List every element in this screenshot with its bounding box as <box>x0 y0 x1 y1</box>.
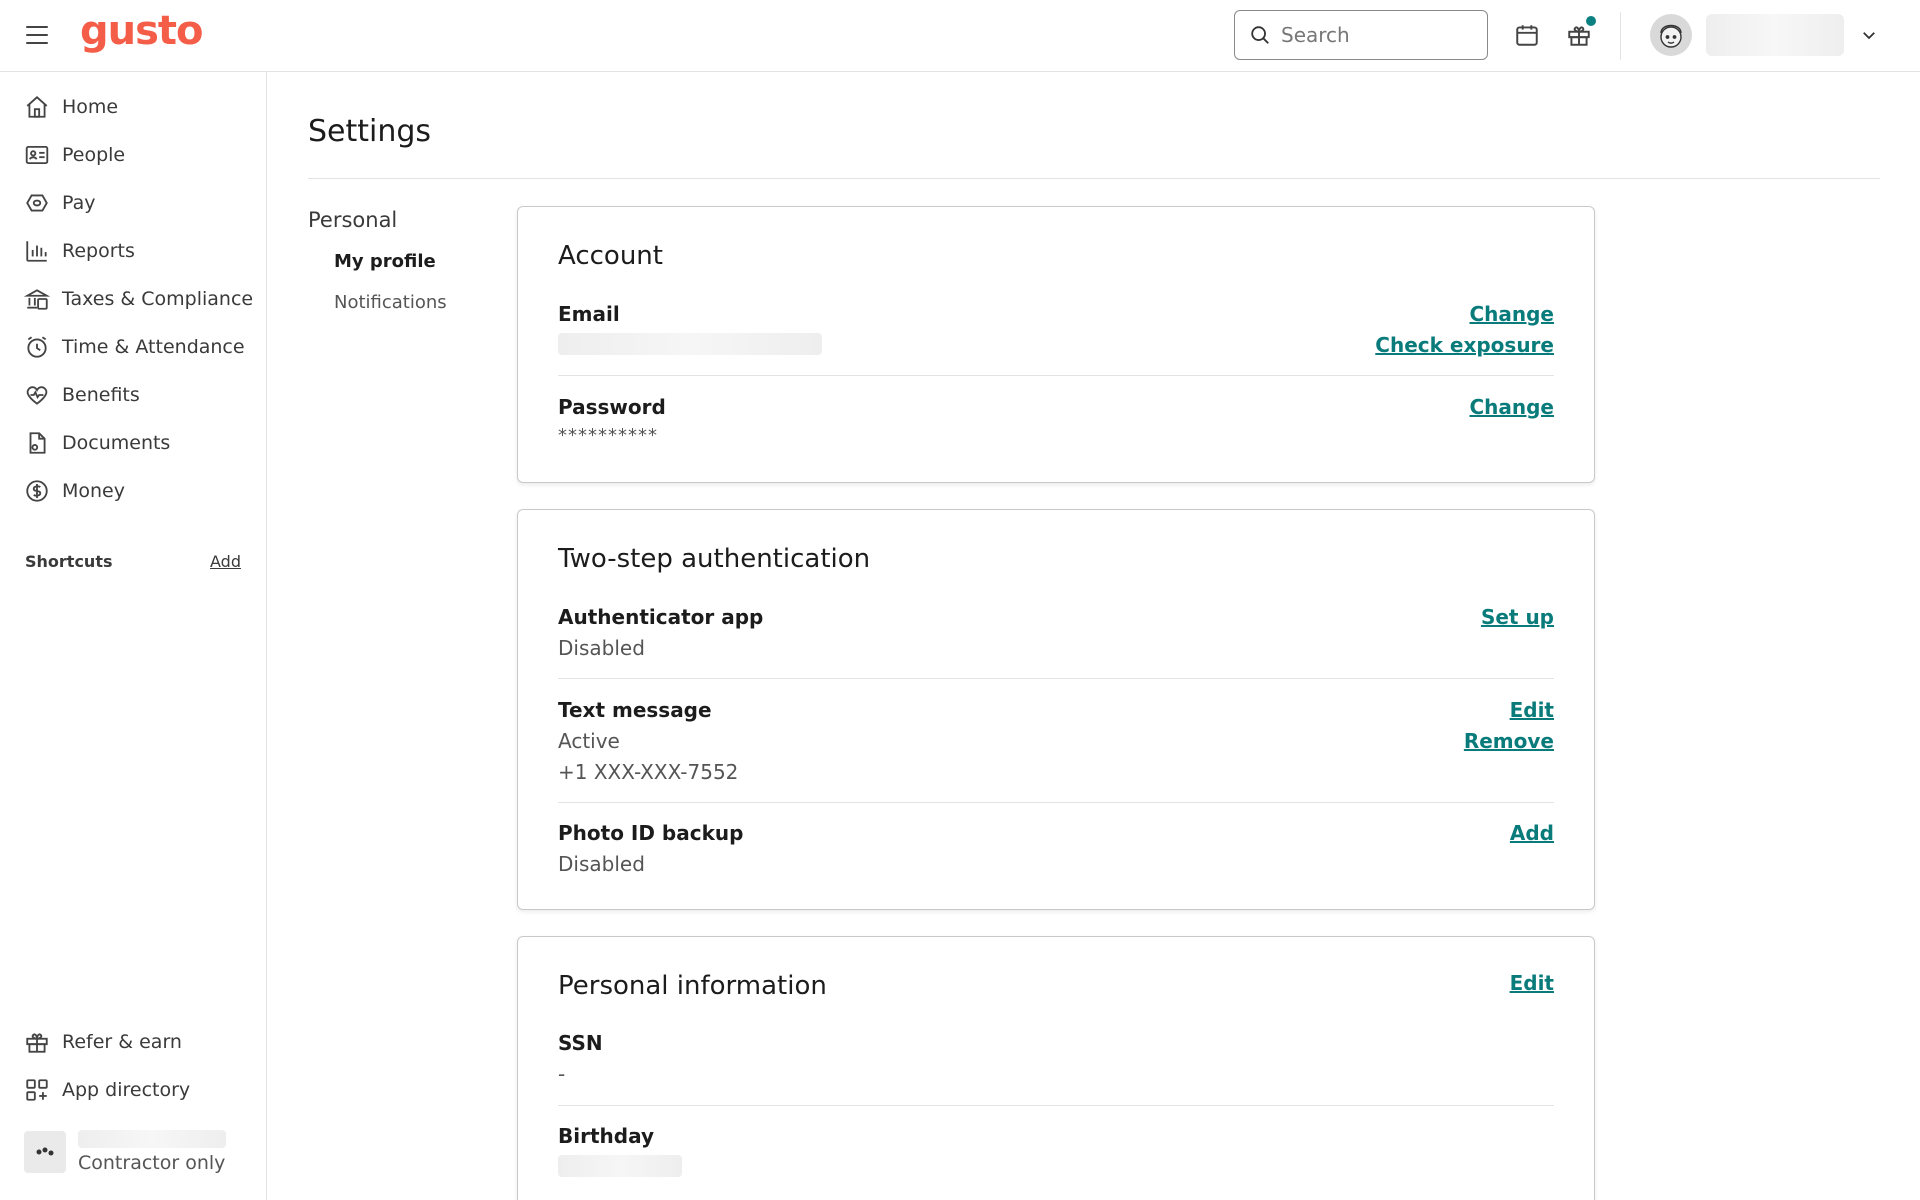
bank-icon <box>24 289 50 310</box>
sidebar-item-time-attendance[interactable]: Time & Attendance <box>24 329 245 365</box>
setup-authenticator-link[interactable]: Set up <box>1481 605 1554 629</box>
sidebar-item-app-directory[interactable]: App directory <box>24 1072 190 1108</box>
email-label: Email <box>558 302 620 326</box>
gusto-logo[interactable]: gusto <box>80 8 204 54</box>
user-name-redacted[interactable] <box>1706 14 1844 56</box>
heart-icon <box>26 386 48 405</box>
sidebar-item-label: Refer & earn <box>62 1031 182 1053</box>
gift-icon <box>1568 26 1590 46</box>
gift-icon <box>26 1033 48 1053</box>
company-role: Contractor only <box>78 1152 226 1174</box>
user-menu-button[interactable] <box>1860 26 1878 48</box>
company-logo <box>24 1131 66 1173</box>
sidebar-item-label: Taxes & Compliance <box>62 288 254 310</box>
sidebar-item-label: Home <box>62 96 119 118</box>
ssn-label: SSN <box>558 1031 603 1055</box>
sidebar-item-label: App directory <box>62 1079 191 1101</box>
user-avatar[interactable] <box>1650 14 1692 56</box>
chevron-down-icon <box>1863 32 1875 40</box>
personal-info-title: Personal information <box>558 971 827 1001</box>
bar-chart-icon <box>26 241 47 262</box>
sidebar-item-reports[interactable]: Reports <box>24 233 135 269</box>
check-exposure-link[interactable]: Check exposure <box>1375 333 1554 357</box>
account-title: Account <box>558 241 663 271</box>
email-value-redacted <box>558 333 822 355</box>
notification-dot <box>1586 16 1596 26</box>
sidebar-item-label: People <box>62 144 126 166</box>
page-title: Settings <box>308 114 432 149</box>
id-card-icon <box>25 145 49 165</box>
text-message-status: Active <box>558 729 620 753</box>
authenticator-app-label: Authenticator app <box>558 605 764 629</box>
password-value: ********** <box>558 425 658 446</box>
photo-id-backup-status: Disabled <box>558 852 645 876</box>
gift-button[interactable] <box>1564 16 1596 50</box>
change-email-link[interactable]: Change <box>1469 302 1554 326</box>
sidebar-item-label: Reports <box>62 240 135 262</box>
row-divider <box>558 375 1554 376</box>
authenticator-app-status: Disabled <box>558 636 645 660</box>
remove-text-message-link[interactable]: Remove <box>1464 729 1554 753</box>
home-icon <box>26 96 48 118</box>
edit-text-message-link[interactable]: Edit <box>1510 698 1554 722</box>
sidebar-item-home[interactable]: Home <box>24 89 118 125</box>
top-bar: gusto <box>0 0 1920 72</box>
pay-icon <box>26 194 48 212</box>
row-divider <box>558 678 1554 679</box>
ssn-value: - <box>558 1062 566 1086</box>
edit-personal-info-link[interactable]: Edit <box>1510 971 1554 995</box>
subnav-item-my-profile[interactable]: My profile <box>334 251 436 272</box>
search-input[interactable] <box>1281 23 1471 47</box>
search-icon <box>1251 26 1269 44</box>
sidebar-item-label: Time & Attendance <box>62 336 245 358</box>
change-password-link[interactable]: Change <box>1469 395 1554 419</box>
search-box[interactable] <box>1234 10 1488 60</box>
text-message-label: Text message <box>558 698 712 722</box>
sidebar-item-money[interactable]: Money <box>24 473 125 509</box>
subnav-heading: Personal <box>308 208 398 232</box>
avatar-illustration-icon <box>1660 24 1682 48</box>
photo-id-backup-label: Photo ID backup <box>558 821 744 845</box>
title-divider <box>308 178 1880 179</box>
calendar-icon <box>1516 25 1538 46</box>
company-name-redacted <box>78 1130 226 1148</box>
row-divider <box>558 1105 1554 1106</box>
sidebar-item-refer-earn[interactable]: Refer & earn <box>24 1024 182 1060</box>
clock-icon <box>27 336 47 358</box>
two-step-title: Two-step authentication <box>558 544 871 574</box>
personal-info-card: Personal information Edit SSN - Birthday <box>517 936 1595 1200</box>
sidebar-item-taxes-compliance[interactable]: Taxes & Compliance <box>24 281 253 317</box>
sidebar-item-benefits[interactable]: Benefits <box>24 377 140 413</box>
document-icon <box>29 432 46 454</box>
company-logo-icon <box>36 1147 54 1156</box>
account-card: Account Email Change Check exposure Pass… <box>517 206 1595 483</box>
sidebar-item-label: Benefits <box>62 384 140 406</box>
two-step-auth-card: Two-step authentication Authenticator ap… <box>517 509 1595 910</box>
calendar-button[interactable] <box>1512 20 1542 50</box>
add-shortcut-link[interactable]: Add <box>210 552 241 571</box>
birthday-label: Birthday <box>558 1124 654 1148</box>
hamburger-menu-icon[interactable] <box>26 26 48 44</box>
shortcuts-label: Shortcuts <box>25 552 113 571</box>
header-divider <box>1620 12 1621 60</box>
sidebar-item-pay[interactable]: Pay <box>24 185 96 221</box>
dollar-icon <box>26 480 48 502</box>
sidebar-item-label: Documents <box>62 432 171 454</box>
shortcuts-section: Shortcuts Add <box>25 552 241 571</box>
sidebar-item-label: Pay <box>62 192 96 214</box>
birthday-value-redacted <box>558 1155 682 1177</box>
text-message-phone: +1 XXX-XXX-7552 <box>558 760 739 784</box>
password-label: Password <box>558 395 666 419</box>
company-switcher[interactable]: Contractor only <box>24 1130 226 1174</box>
row-divider <box>558 802 1554 803</box>
grid-icon <box>26 1079 48 1101</box>
sidebar-item-documents[interactable]: Documents <box>24 425 170 461</box>
sidebar-item-label: Money <box>62 480 125 502</box>
add-photo-id-link[interactable]: Add <box>1510 821 1554 845</box>
subnav-item-notifications[interactable]: Notifications <box>334 292 447 313</box>
sidebar-item-people[interactable]: People <box>24 137 125 173</box>
sidebar: Home People Pay Reports Taxes & Complian… <box>0 72 267 1200</box>
